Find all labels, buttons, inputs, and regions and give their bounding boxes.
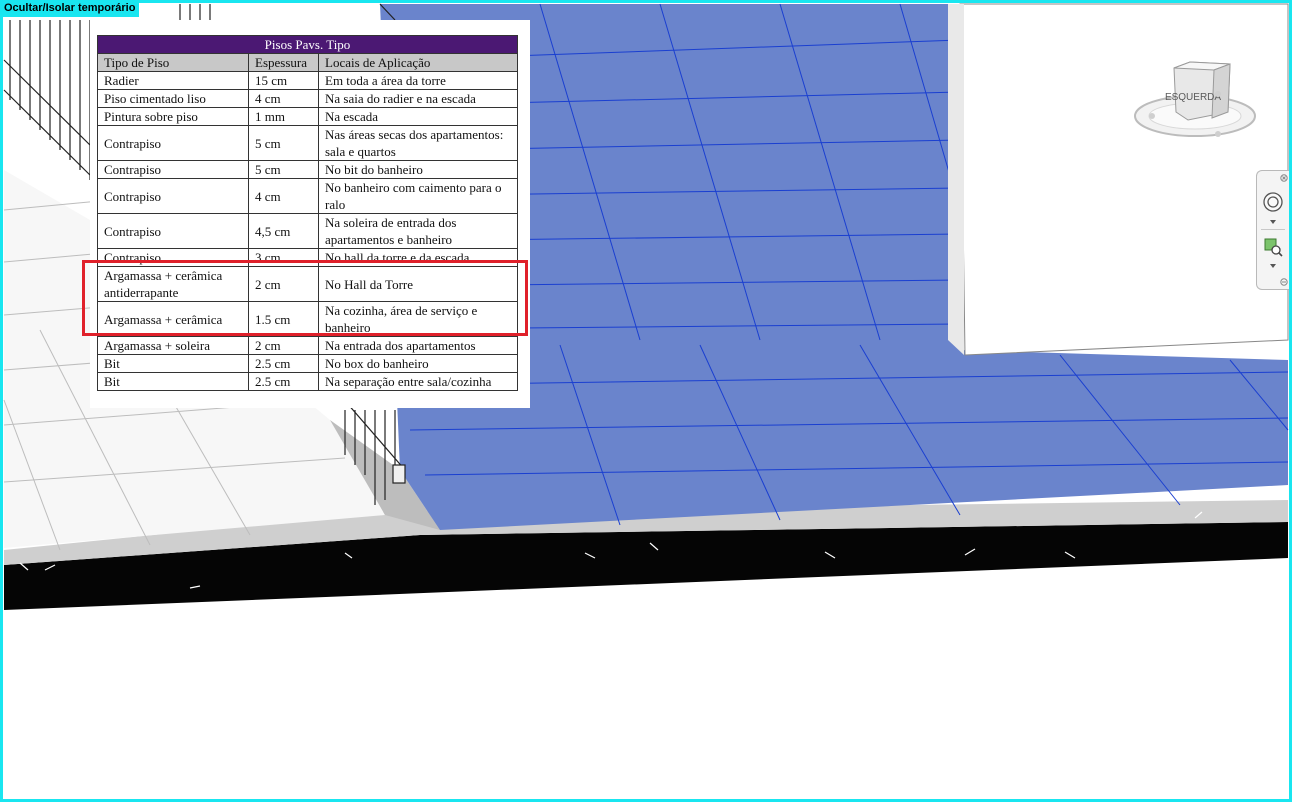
cell-espessura: 4,5 cm <box>248 213 319 249</box>
cell-tipo: Piso cimentado liso <box>97 89 249 108</box>
cell-local: No bit do banheiro <box>318 160 518 179</box>
steering-wheel-icon[interactable] <box>1262 191 1284 213</box>
cell-tipo: Contrapiso <box>97 178 249 214</box>
options-icon[interactable] <box>1280 278 1288 286</box>
cell-local: Nas áreas secas dos apartamentos: sala e… <box>318 125 518 161</box>
cell-local: Na soleira de entrada dos apartamentos e… <box>318 213 518 249</box>
cell-local: Na separação entre sala/cozinha <box>318 372 518 391</box>
table-row: Radier 15 cm Em toda a área da torre <box>97 71 518 90</box>
cell-tipo: Bit <box>97 354 249 373</box>
cell-tipo: Radier <box>97 71 249 90</box>
nav-divider <box>1261 229 1285 230</box>
cell-espessura: 5 cm <box>248 160 319 179</box>
cell-tipo: Contrapiso <box>97 213 249 249</box>
cell-espessura: 1 mm <box>248 107 319 126</box>
table-row: Bit 2.5 cm Na separação entre sala/cozin… <box>97 372 518 391</box>
cell-espessura: 4 cm <box>248 178 319 214</box>
cell-tipo: Argamassa + soleira <box>97 336 249 355</box>
header-locais: Locais de Aplicação <box>318 53 518 72</box>
close-icon[interactable] <box>1280 174 1288 182</box>
revit-3d-viewport[interactable]: Pisos Pavs. Tipo Tipo de Piso Espessura … <box>0 0 1292 802</box>
viewcube-compass-marker <box>1149 113 1155 119</box>
wall-block-side <box>948 4 964 355</box>
header-espessura: Espessura <box>248 53 319 72</box>
cell-local: Na saia do radier e na escada <box>318 89 518 108</box>
chevron-down-icon[interactable] <box>1269 219 1277 225</box>
table-row: Piso cimentado liso 4 cm Na saia do radi… <box>97 89 518 108</box>
cell-espessura: 5 cm <box>248 125 319 161</box>
viewcube-compass-marker <box>1215 131 1221 137</box>
cell-local: Em toda a área da torre <box>318 71 518 90</box>
viewcube-right-face[interactable] <box>1211 63 1231 119</box>
temporary-hide-isolate-label: Ocultar/Isolar temporário <box>0 0 140 17</box>
cell-local: Na entrada dos apartamentos <box>318 336 518 355</box>
cell-tipo: Pintura sobre piso <box>97 107 249 126</box>
wall-block <box>959 3 1289 356</box>
chevron-down-icon[interactable] <box>1269 263 1277 269</box>
table-row: Contrapiso 5 cm No bit do banheiro <box>97 160 518 179</box>
highlight-rectangle <box>82 260 528 336</box>
cell-espessura: 4 cm <box>248 89 319 108</box>
navigation-bar[interactable] <box>1256 170 1289 290</box>
table-row: Argamassa + soleira 2 cm Na entrada dos … <box>97 336 518 355</box>
cell-espessura: 2.5 cm <box>248 354 319 373</box>
cell-local: No box do banheiro <box>318 354 518 373</box>
cell-espessura: 2.5 cm <box>248 372 319 391</box>
top-railing <box>179 3 396 21</box>
cell-espessura: 2 cm <box>248 336 319 355</box>
table-row: Bit 2.5 cm No box do banheiro <box>97 354 518 373</box>
floor-types-table-panel: Pisos Pavs. Tipo Tipo de Piso Espessura … <box>90 20 530 408</box>
cell-local: Na escada <box>318 107 518 126</box>
table-row: Contrapiso 4 cm No banheiro com caimento… <box>97 178 518 214</box>
floor-types-table: Pisos Pavs. Tipo Tipo de Piso Espessura … <box>97 35 518 391</box>
cell-tipo: Contrapiso <box>97 125 249 161</box>
cell-tipo: Contrapiso <box>97 160 249 179</box>
stair-railing <box>3 20 96 181</box>
viewcube-face-label[interactable]: ESQUERDA <box>1165 92 1221 103</box>
header-tipo: Tipo de Piso <box>97 53 249 72</box>
zoom-region-icon[interactable] <box>1262 236 1284 258</box>
table-title: Pisos Pavs. Tipo <box>97 35 518 54</box>
viewcube-compass-marker <box>1215 91 1221 97</box>
cell-local: No banheiro com caimento para o ralo <box>318 178 518 214</box>
table-row: Contrapiso 5 cm Nas áreas secas dos apar… <box>97 125 518 161</box>
viewcube[interactable]: ESQUERDA <box>1132 58 1258 144</box>
table-row: Contrapiso 4,5 cm Na soleira de entrada … <box>97 213 518 249</box>
cell-espessura: 15 cm <box>248 71 319 90</box>
cell-tipo: Bit <box>97 372 249 391</box>
table-row: Pintura sobre piso 1 mm Na escada <box>97 107 518 126</box>
